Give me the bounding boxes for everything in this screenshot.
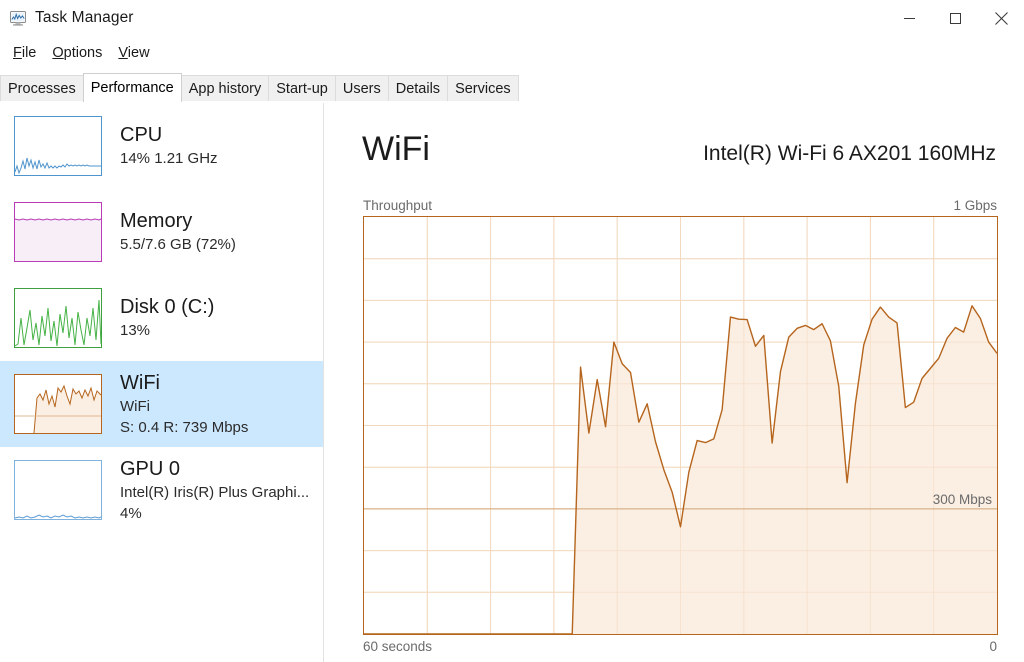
sidebar-item-wifi[interactable]: WiFi WiFi S: 0.4 R: 739 Mbps (0, 361, 323, 447)
tab-performance-label: Performance (90, 80, 174, 96)
axis-label-right: 0 (989, 639, 997, 654)
tab-app-history[interactable]: App history (180, 75, 270, 102)
task-manager-icon (9, 9, 27, 27)
sidebar-item-gpu-0[interactable]: GPU 0 Intel(R) Iris(R) Plus Graphi... 4% (0, 447, 323, 533)
memory-title: Memory (120, 210, 193, 232)
tab-app-history-label: App history (188, 81, 262, 97)
menu-item-options-rest: ptions (63, 45, 103, 61)
disk-text: Disk 0 (C:) 13% (120, 295, 214, 341)
graph-axis-labels: 60 seconds 0 (363, 639, 997, 654)
graph-caption-label: Throughput (363, 198, 433, 213)
disk-title: Disk 0 (C:) (120, 296, 215, 318)
tab-services[interactable]: Services (447, 75, 519, 102)
memory-stats: 5.5/7.6 GB (72%) (120, 236, 236, 253)
cpu-text: CPU 14% 1.21 GHz (120, 123, 218, 169)
wifi-text: WiFi WiFi S: 0.4 R: 739 Mbps (120, 371, 248, 438)
tab-services-label: Services (455, 81, 511, 97)
menu-item-view-rest: iew (127, 45, 150, 61)
tab-details-label: Details (395, 81, 441, 97)
title-bar: Task Manager (0, 0, 1024, 36)
graph-max-label: 1 Gbps (953, 198, 997, 213)
window-title: Task Manager (35, 9, 134, 26)
tab-processes[interactable]: Processes (0, 75, 84, 102)
menu-item-options[interactable]: Options (44, 43, 110, 63)
graph-caption: Throughput 1 Gbps (363, 195, 997, 213)
graph-midline-label: 300 Mbps (932, 492, 992, 507)
memory-thumbnail-graph (14, 202, 102, 262)
disk-thumbnail-graph (14, 288, 102, 348)
resource-list: CPU 14% 1.21 GHz Memory 5.5/7.6 GB (72%) (0, 103, 323, 662)
performance-detail-panel: WiFi Intel(R) Wi-Fi 6 AX201 160MHz Throu… (324, 103, 1024, 662)
cpu-title: CPU (120, 124, 163, 146)
minimize-button[interactable] (886, 0, 932, 36)
tab-users-label: Users (342, 81, 381, 97)
cpu-stats: 14% 1.21 GHz (120, 150, 218, 167)
tab-users[interactable]: Users (334, 75, 389, 102)
menu-item-file-rest: ile (21, 45, 37, 61)
adapter-name: Intel(R) Wi-Fi 6 AX201 160MHz (703, 142, 996, 165)
page-title: WiFi (362, 130, 430, 168)
menu-item-view[interactable]: View (110, 43, 157, 63)
tab-start-up[interactable]: Start-up (268, 75, 336, 102)
sidebar-item-cpu[interactable]: CPU 14% 1.21 GHz (0, 103, 323, 189)
tab-details[interactable]: Details (387, 75, 449, 102)
gpu-thumbnail-graph (14, 460, 102, 520)
gpu-title: GPU 0 (120, 457, 181, 480)
menu-item-file[interactable]: File (5, 43, 44, 63)
memory-text: Memory 5.5/7.6 GB (72%) (120, 209, 236, 255)
throughput-graph[interactable]: 300 Mbps (363, 216, 998, 635)
axis-label-left: 60 seconds (363, 639, 433, 654)
window-controls (886, 0, 1024, 36)
disk-stats: 13% (120, 322, 151, 339)
sidebar-item-memory[interactable]: Memory 5.5/7.6 GB (72%) (0, 189, 323, 275)
detail-header: WiFi Intel(R) Wi-Fi 6 AX201 160MHz (362, 127, 996, 179)
wifi-adapter-name: WiFi (120, 397, 150, 415)
tab-start-up-label: Start-up (276, 81, 328, 97)
wifi-title: WiFi (120, 371, 160, 394)
task-manager-window: Task Manager File Options View Processes… (0, 0, 1024, 662)
gpu-text: GPU 0 Intel(R) Iris(R) Plus Graphi... 4% (120, 457, 309, 524)
gpu-stats: 4% (120, 504, 142, 522)
cpu-thumbnail-graph (14, 116, 102, 176)
menu-bar: File Options View (0, 42, 1024, 64)
wifi-thumbnail-graph (14, 374, 102, 434)
tab-performance[interactable]: Performance (82, 73, 182, 102)
tab-strip: Processes Performance App history Start-… (0, 73, 1024, 102)
close-button[interactable] (978, 0, 1024, 36)
sidebar-item-disk-0[interactable]: Disk 0 (C:) 13% (0, 275, 323, 361)
wifi-throughput-stats: S: 0.4 R: 739 Mbps (120, 418, 249, 436)
tab-processes-label: Processes (8, 81, 76, 97)
gpu-model: Intel(R) Iris(R) Plus Graphi... (120, 483, 310, 501)
maximize-button[interactable] (932, 0, 978, 36)
